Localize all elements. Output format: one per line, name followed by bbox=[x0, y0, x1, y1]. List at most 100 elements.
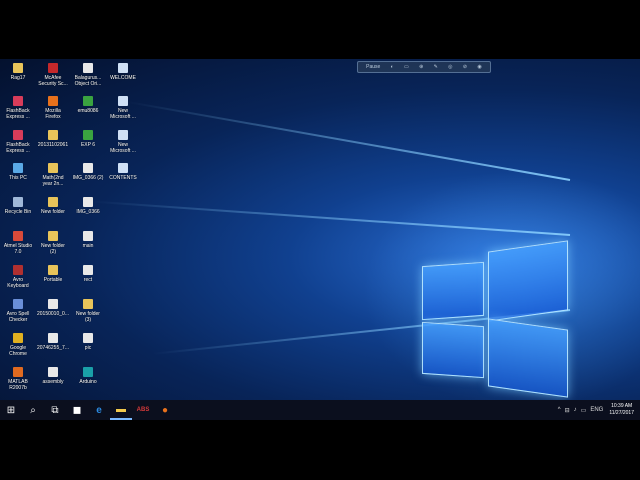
desktop-icon[interactable]: 20131102061 bbox=[35, 130, 71, 148]
folder-icon bbox=[48, 130, 58, 140]
recorder-tool-icon[interactable]: ⊘ bbox=[463, 64, 467, 70]
desktop-icon[interactable]: New folder (2) bbox=[35, 231, 71, 255]
flashback-icon bbox=[13, 130, 23, 140]
desktop-icon-label: IMG_0366 (2) bbox=[72, 175, 104, 181]
desktop-icon[interactable]: New Microsoft ... bbox=[105, 130, 141, 154]
desktop-icon-label: CONTENTS bbox=[109, 175, 137, 181]
desktop-icon-label: assembly bbox=[42, 379, 64, 385]
recorder-tool-icon[interactable]: ◉ bbox=[477, 64, 481, 70]
avro-spell-icon bbox=[13, 299, 23, 309]
folder-icon bbox=[48, 265, 58, 275]
desktop-icon[interactable]: assembly bbox=[35, 367, 71, 385]
desktop-icon[interactable]: New folder bbox=[35, 197, 71, 215]
desktop-icon[interactable]: FlashBack Express ... bbox=[0, 96, 36, 120]
clock-time: 10:39 AM bbox=[611, 403, 633, 409]
file-explorer-icon: ▬ bbox=[116, 403, 126, 415]
desktop-icon[interactable]: Avro Spell Checker bbox=[0, 299, 36, 323]
language-indicator[interactable]: ENG bbox=[590, 407, 603, 413]
desktop-icon[interactable]: Arduino bbox=[70, 367, 106, 385]
desktop-icon-label: MATLAB R2007b bbox=[8, 379, 28, 391]
desktop-icon[interactable]: Rag17 bbox=[0, 63, 36, 81]
desktop-icon[interactable]: pic bbox=[70, 333, 106, 351]
recorder-tool-icon[interactable]: ⊕ bbox=[419, 64, 423, 70]
desktop-icon-label: 20150010_0... bbox=[37, 311, 69, 317]
recorder-tool-icon[interactable]: ✎ bbox=[434, 64, 438, 70]
desktop-icon-label: Recycle Bin bbox=[4, 209, 32, 215]
desktop-icon-label: WELCOME bbox=[110, 75, 136, 81]
document-icon bbox=[83, 163, 93, 173]
desktop-icon[interactable]: emu8086 bbox=[70, 96, 106, 114]
flashback-icon bbox=[13, 96, 23, 106]
desktop-icon[interactable]: Math(2nd year 2n... bbox=[35, 163, 71, 187]
document-icon bbox=[118, 163, 128, 173]
taskbar-app-firefox[interactable]: ● bbox=[154, 400, 176, 420]
computer-icon bbox=[13, 163, 23, 173]
document-icon bbox=[83, 231, 93, 241]
desktop-icon[interactable]: Portable bbox=[35, 265, 71, 283]
desktop-icon-label: Mozilla Firefox bbox=[45, 108, 61, 120]
desktop-icon[interactable]: main bbox=[70, 231, 106, 249]
recorder-toolbar[interactable]: Pause ◐ ▭ ⊕ ✎ ◎ ⊘ ◉ bbox=[357, 61, 491, 73]
desktop-icon[interactable]: McAfee Security Sc... bbox=[35, 63, 71, 87]
windows-logo-art bbox=[420, 240, 570, 398]
desktop-icon-label: pic bbox=[84, 345, 92, 351]
desktop-icon[interactable]: This PC bbox=[0, 163, 36, 181]
network-icon[interactable]: ⊟ bbox=[565, 407, 570, 414]
edge-icon: e bbox=[96, 404, 102, 416]
recorder-tool-icon[interactable]: ◎ bbox=[448, 64, 452, 70]
desktop-icon[interactable]: Google Chrome bbox=[0, 333, 36, 357]
desktop-icon[interactable]: CONTENTS bbox=[105, 163, 141, 181]
volume-icon[interactable]: ♪ bbox=[574, 407, 577, 413]
desktop-icon-label: 20131102061 bbox=[37, 142, 69, 148]
desktop-icon[interactable]: 20746255_7... bbox=[35, 333, 71, 351]
start-button[interactable]: ⊞ bbox=[0, 400, 22, 420]
desktop-icon[interactable]: New folder (3) bbox=[70, 299, 106, 323]
desktop-icon-label: Google Chrome bbox=[9, 345, 27, 357]
recorder-tool-icon[interactable]: ◐ bbox=[391, 64, 394, 70]
desktop-icon-label: FlashBack Express ... bbox=[6, 142, 30, 154]
document-icon bbox=[48, 333, 58, 343]
desktop-icon[interactable]: Mozilla Firefox bbox=[35, 96, 71, 120]
desktop-icon[interactable]: 20150010_0... bbox=[35, 299, 71, 317]
logo-pane bbox=[422, 261, 484, 321]
desktop-icon[interactable]: rect bbox=[70, 265, 106, 283]
desktop-icon[interactable]: Balagurus... Object Ori... bbox=[70, 63, 106, 87]
desktop-icon[interactable]: Atmel Studio 7.0 bbox=[0, 231, 36, 255]
desktop-icon[interactable]: Avro Keyboard bbox=[0, 265, 36, 289]
store-icon: ◼ bbox=[72, 404, 82, 416]
taskbar-apps: ◼ e ▬ ABS ● bbox=[66, 400, 176, 420]
desktop-icon[interactable]: IMG_0366 bbox=[70, 197, 106, 215]
taskbar-app-edge[interactable]: e bbox=[88, 400, 110, 420]
arduino-icon bbox=[83, 367, 93, 377]
taskbar: ⊞ ⌕ ⧉ ◼ e ▬ ABS ● ^ ⊟ ♪ ▭ ENG 10:39 AM 11/27… bbox=[0, 400, 640, 420]
desktop-icon-label: 20746255_7... bbox=[37, 345, 69, 351]
taskbar-app-abs[interactable]: ABS bbox=[132, 400, 154, 420]
desktop-icon[interactable]: FlashBack Express ... bbox=[0, 130, 36, 154]
task-view-button[interactable]: ⧉ bbox=[44, 400, 66, 420]
desktop: Pause ◐ ▭ ⊕ ✎ ◎ ⊘ ◉ Rag17 McAfee Security… bbox=[0, 59, 640, 420]
search-button[interactable]: ⌕ bbox=[22, 400, 44, 420]
show-hidden-icons-icon[interactable]: ^ bbox=[558, 407, 561, 413]
task-view-icon: ⧉ bbox=[51, 404, 59, 416]
taskbar-app-file-explorer[interactable]: ▬ bbox=[110, 400, 132, 420]
matlab-icon bbox=[13, 367, 23, 377]
windows-icon: ⊞ bbox=[6, 404, 16, 416]
clock[interactable]: 10:39 AM 11/27/2017 bbox=[609, 403, 634, 417]
desktop-icon[interactable]: IMG_0366 (2) bbox=[70, 163, 106, 181]
desktop-icon[interactable]: EXP 6 bbox=[70, 130, 106, 148]
recorder-tool-icon[interactable]: ▭ bbox=[404, 64, 409, 70]
desktop-icon-label: This PC bbox=[9, 175, 27, 181]
clock-date: 11/27/2017 bbox=[609, 410, 634, 416]
logo-pane bbox=[488, 240, 568, 322]
desktop-icon[interactable]: Recycle Bin bbox=[0, 197, 36, 215]
desktop-icon[interactable]: WELCOME bbox=[105, 63, 141, 81]
taskbar-app-store[interactable]: ◼ bbox=[66, 400, 88, 420]
desktop-icon[interactable]: MATLAB R2007b bbox=[0, 367, 36, 391]
document-icon bbox=[118, 96, 128, 106]
desktop-icon[interactable]: New Microsoft ... bbox=[105, 96, 141, 120]
document-icon bbox=[118, 130, 128, 140]
mcafee-icon bbox=[48, 63, 58, 73]
search-icon: ⌕ bbox=[30, 404, 36, 416]
recorder-pause-label[interactable]: Pause bbox=[366, 64, 380, 70]
battery-icon[interactable]: ▭ bbox=[581, 407, 587, 414]
